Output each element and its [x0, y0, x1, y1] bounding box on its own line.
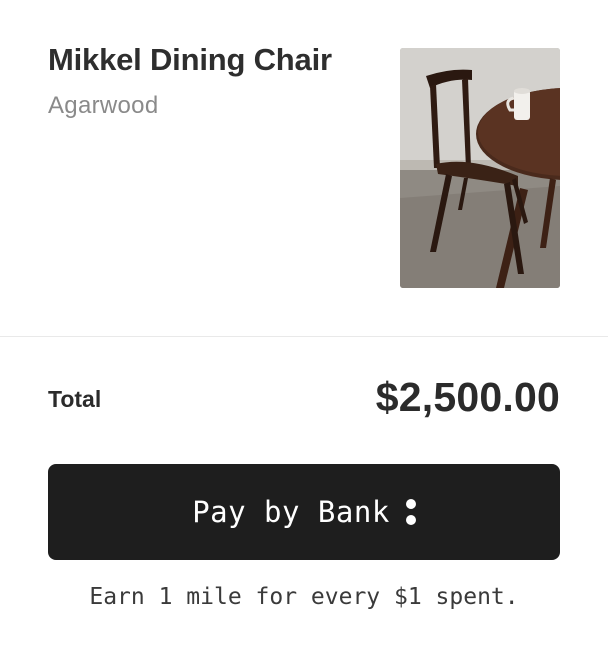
- total-label: Total: [48, 386, 102, 412]
- product-name: Mikkel Dining Chair: [48, 42, 332, 77]
- product-section: Mikkel Dining Chair Agarwood: [0, 0, 608, 336]
- more-options-icon: [405, 499, 416, 525]
- pay-button-label: Pay by Bank: [192, 495, 390, 529]
- pay-by-bank-button[interactable]: Pay by Bank: [48, 464, 560, 560]
- product-variant: Agarwood: [48, 92, 159, 119]
- total-amount: $2,500.00: [375, 374, 560, 420]
- product-image: [400, 48, 560, 288]
- miles-earn-note: Earn 1 mile for every $1 spent.: [89, 584, 519, 610]
- section-divider: [0, 336, 608, 337]
